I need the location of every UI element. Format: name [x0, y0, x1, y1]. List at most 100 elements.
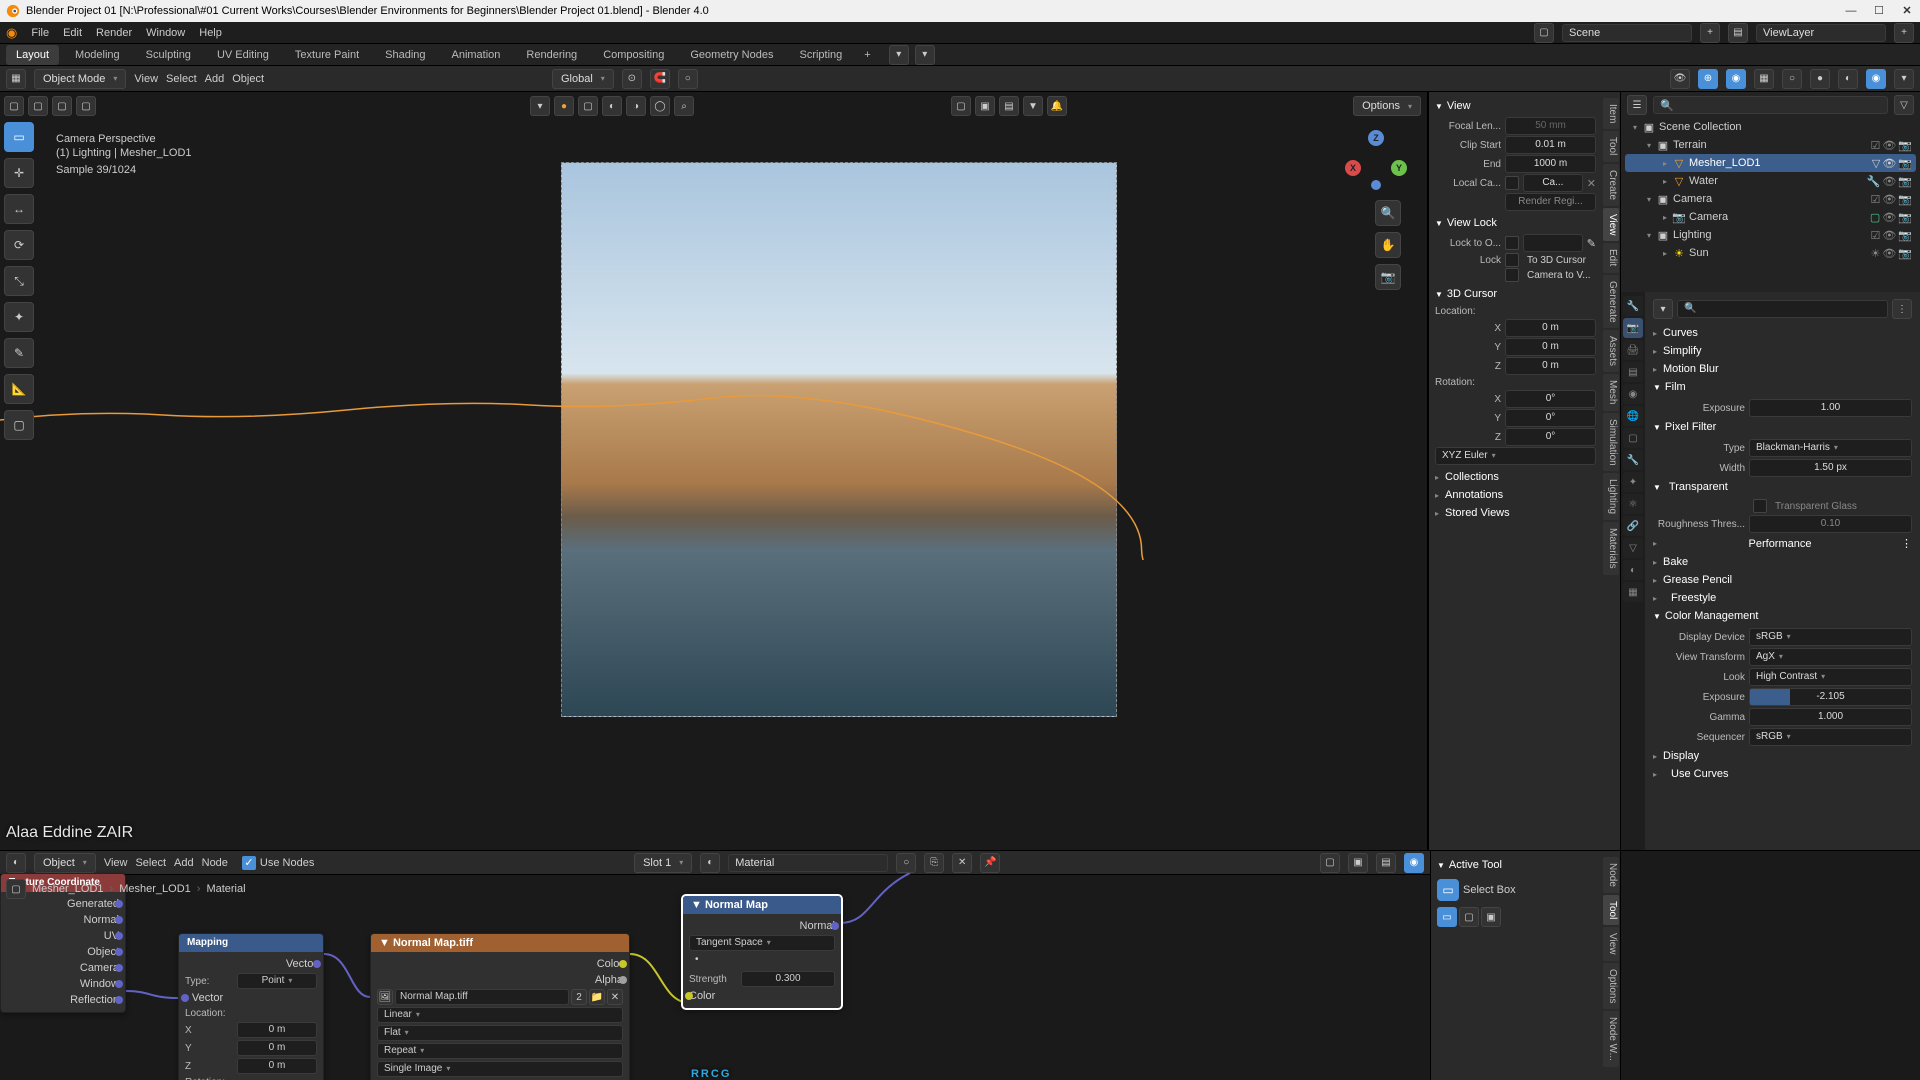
ov-c3[interactable]: ▢: [578, 96, 598, 116]
props-search[interactable]: 🔍: [1677, 300, 1888, 318]
nm-strength[interactable]: 0.300: [741, 971, 835, 987]
panel-cursor-header[interactable]: ▼3D Cursor: [1435, 286, 1596, 304]
node-editor[interactable]: ◐ Object View Select Add Node ✓Use Nodes…: [0, 851, 1430, 1080]
netab-node[interactable]: Node: [1603, 857, 1619, 893]
clip-end[interactable]: 1000 m: [1505, 155, 1596, 173]
tree-camera-col[interactable]: ▾▣Camera☑👁📷: [1625, 190, 1916, 208]
gizmo-toggle-icon[interactable]: ⊕: [1698, 69, 1718, 89]
3d-menu-add[interactable]: Add: [205, 73, 225, 85]
pp-colormgmt-header[interactable]: ▼Color Management: [1653, 608, 1912, 626]
cursor-rx[interactable]: 0°: [1505, 390, 1596, 408]
3d-menu-select[interactable]: Select: [166, 73, 197, 85]
pf-type[interactable]: Blackman-Harris: [1749, 439, 1912, 457]
pp-film-header[interactable]: ▼Film: [1653, 379, 1912, 397]
ptab-output[interactable]: 🖨: [1623, 340, 1643, 360]
tool-select[interactable]: ▭: [4, 122, 34, 152]
ws-options[interactable]: ▾: [889, 45, 909, 65]
shade-rendered-icon[interactable]: ◉: [1866, 69, 1886, 89]
ptab-physics[interactable]: ⚛: [1623, 494, 1643, 514]
ws-compositing[interactable]: Compositing: [593, 45, 674, 65]
ne-r2[interactable]: ▣: [1348, 853, 1368, 873]
bc-1[interactable]: Mesher_LOD1: [32, 883, 104, 895]
clip-start[interactable]: 0.01 m: [1505, 136, 1596, 154]
ptab-material[interactable]: ◐: [1623, 560, 1643, 580]
panel-viewlock-header[interactable]: ▼View Lock: [1435, 215, 1596, 233]
ptab-texture[interactable]: ▦: [1623, 582, 1643, 602]
ntab-edit[interactable]: Edit: [1603, 243, 1619, 272]
window-minimize[interactable]: —: [1842, 2, 1860, 20]
gizmo-y-icon[interactable]: Y: [1391, 160, 1407, 176]
ptab-world[interactable]: 🌐: [1623, 406, 1643, 426]
window-maximize[interactable]: ☐: [1870, 2, 1888, 20]
menu-render[interactable]: Render: [96, 27, 132, 39]
tree-terrain[interactable]: ▾▣Terrain☑👁📷: [1625, 136, 1916, 154]
ws-rendering[interactable]: Rendering: [516, 45, 587, 65]
ntab-tool[interactable]: Tool: [1603, 131, 1619, 161]
select-box-icon[interactable]: ▭: [1437, 879, 1459, 901]
ne-menu-view[interactable]: View: [104, 857, 128, 869]
cm-gamma[interactable]: 1.000: [1749, 708, 1912, 726]
panel-stored-views[interactable]: Stored Views: [1435, 505, 1596, 523]
panel-collections[interactable]: Collections: [1435, 469, 1596, 487]
mat-new-icon[interactable]: ○: [896, 853, 916, 873]
orientation[interactable]: Global: [552, 69, 614, 89]
node-mode[interactable]: Object: [34, 853, 96, 873]
tree-lighting-col[interactable]: ▾▣Lighting☑👁📷: [1625, 226, 1916, 244]
img-proj[interactable]: Flat: [377, 1025, 623, 1041]
pf-width[interactable]: 1.50 px: [1749, 459, 1912, 477]
tool-transform[interactable]: ✦: [4, 302, 34, 332]
outliner-type-icon[interactable]: ☰: [1627, 95, 1647, 115]
ntab-item[interactable]: Item: [1603, 98, 1619, 129]
menu-file[interactable]: File: [31, 27, 49, 39]
ne-menu-add[interactable]: Add: [174, 857, 194, 869]
ov-r4[interactable]: ▼: [1023, 96, 1043, 116]
ne-menu-node[interactable]: Node: [202, 857, 228, 869]
mapping-type[interactable]: Point: [237, 973, 317, 989]
tree-root[interactable]: ▾▣Scene Collection: [1625, 118, 1916, 136]
ov-c2[interactable]: ●: [554, 96, 574, 116]
cursor-z[interactable]: 0 m: [1505, 357, 1596, 375]
ws-geonodes[interactable]: Geometry Nodes: [680, 45, 783, 65]
ov-btn2[interactable]: ▢: [28, 96, 48, 116]
nav-gizmo[interactable]: Z X Y: [1345, 130, 1407, 192]
img-unlink-icon[interactable]: ✕: [607, 989, 623, 1005]
tglass-check[interactable]: [1753, 499, 1767, 513]
ptab-modifiers[interactable]: 🔧: [1623, 450, 1643, 470]
scene-icon[interactable]: ▢: [1534, 23, 1554, 43]
local-cam-check[interactable]: [1505, 176, 1519, 190]
ov-bell-icon[interactable]: 🔔: [1047, 96, 1067, 116]
node-editor-type-icon[interactable]: ◐: [6, 853, 26, 873]
ne-r1[interactable]: ▢: [1320, 853, 1340, 873]
mat-copy-icon[interactable]: ⎘: [924, 853, 944, 873]
nm-space[interactable]: Tangent Space: [689, 935, 835, 951]
3d-menu-object[interactable]: Object: [232, 73, 264, 85]
pp-usecurves[interactable]: Use Curves: [1653, 766, 1912, 784]
ne-slot[interactable]: Slot 1: [634, 853, 692, 873]
pivot-icon[interactable]: ⊙: [622, 69, 642, 89]
cam-to-view-check[interactable]: [1505, 268, 1519, 282]
pp-motionblur[interactable]: Motion Blur: [1653, 361, 1912, 379]
props-datablock-icon[interactable]: ▾: [1653, 299, 1673, 319]
netab-options[interactable]: Options: [1603, 963, 1619, 1009]
ptab-data[interactable]: ▽: [1623, 538, 1643, 558]
map-y[interactable]: 0 m: [237, 1040, 317, 1056]
pp-gpencil[interactable]: Grease Pencil: [1653, 572, 1912, 590]
netab-view[interactable]: View: [1603, 927, 1619, 961]
ntab-view[interactable]: View: [1603, 208, 1619, 242]
selmode-3[interactable]: ▣: [1481, 907, 1501, 927]
ptab-tool[interactable]: 🔧: [1623, 296, 1643, 316]
cursor-x[interactable]: 0 m: [1505, 319, 1596, 337]
map-z[interactable]: 0 m: [237, 1058, 317, 1074]
panel-view-header[interactable]: ▼View: [1435, 98, 1596, 116]
tool-cursor[interactable]: ✛: [4, 158, 34, 188]
ne-r3[interactable]: ▤: [1376, 853, 1396, 873]
interaction-mode[interactable]: Object Mode: [34, 69, 126, 89]
map-x[interactable]: 0 m: [237, 1022, 317, 1038]
menu-help[interactable]: Help: [199, 27, 222, 39]
snap-icon[interactable]: 🧲: [650, 69, 670, 89]
ov-c6[interactable]: ◯: [650, 96, 670, 116]
local-cam-field[interactable]: Ca...: [1523, 174, 1583, 192]
tool-measure[interactable]: 📐: [4, 374, 34, 404]
material-name[interactable]: Material: [728, 854, 888, 872]
nav-camera-icon[interactable]: 📷: [1375, 264, 1401, 290]
